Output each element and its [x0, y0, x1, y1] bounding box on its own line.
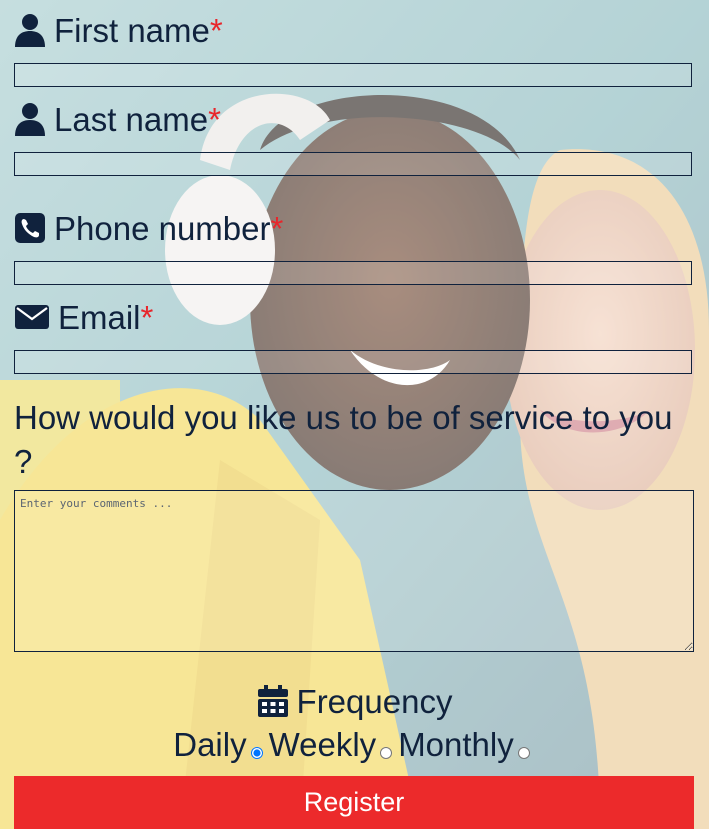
- email-label-text: Email: [58, 298, 141, 336]
- monthly-radio[interactable]: [517, 747, 530, 759]
- last-name-label-text: Last name: [54, 100, 209, 138]
- frequency-option-label: Daily: [173, 726, 247, 763]
- phone-number-label-text: Phone number: [54, 209, 271, 247]
- service-question: How would you like us to be of service t…: [14, 399, 673, 480]
- frequency-heading: Frequency: [0, 684, 709, 718]
- register-button[interactable]: Register: [14, 776, 694, 829]
- email-input[interactable]: [14, 350, 692, 374]
- first-name-label: First name *: [14, 13, 223, 47]
- required-mark: *: [208, 100, 221, 138]
- phone-number-label: Phone number *: [14, 211, 283, 245]
- frequency-title: Frequency: [296, 682, 453, 720]
- daily-radio[interactable]: [250, 747, 263, 759]
- weekly-radio[interactable]: [380, 747, 393, 759]
- user-icon: [14, 102, 46, 136]
- required-mark: *: [209, 11, 223, 49]
- phone-icon: [14, 211, 46, 245]
- last-name-input[interactable]: [14, 152, 692, 176]
- email-label: Email *: [14, 300, 153, 334]
- frequency-option-daily[interactable]: Daily: [173, 728, 268, 761]
- comments-textarea[interactable]: [14, 490, 694, 652]
- user-icon: [14, 13, 46, 47]
- phone-number-input[interactable]: [14, 261, 692, 285]
- first-name-label-text: First name: [54, 11, 210, 49]
- required-mark: *: [270, 209, 284, 247]
- registration-form: First name * Last name * Phone number * Ema…: [0, 0, 709, 829]
- calendar-icon: [257, 684, 289, 718]
- frequency-options: Daily Weekly Monthly: [0, 728, 709, 761]
- first-name-input[interactable]: [14, 63, 692, 87]
- envelope-icon: [14, 300, 50, 334]
- required-mark: *: [140, 298, 154, 336]
- frequency-option-label: Monthly: [398, 726, 514, 763]
- last-name-label: Last name *: [14, 102, 221, 136]
- frequency-option-label: Weekly: [268, 726, 377, 763]
- frequency-option-monthly[interactable]: Monthly: [398, 728, 536, 761]
- frequency-option-weekly[interactable]: Weekly: [269, 728, 399, 761]
